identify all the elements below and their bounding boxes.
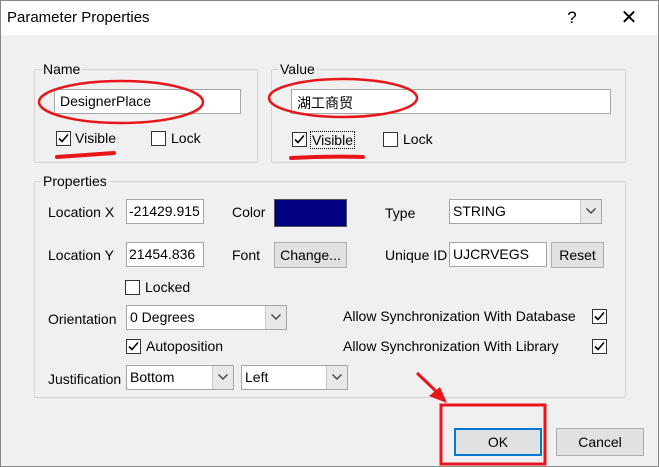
location-y-input[interactable]: 21454.836 xyxy=(126,242,204,267)
unique-id-label: Unique ID xyxy=(385,247,448,263)
chevron-down-icon[interactable] xyxy=(580,200,601,223)
sync-database-label: Allow Synchronization With Database xyxy=(343,308,576,324)
orientation-select-value: 0 Degrees xyxy=(130,309,195,325)
name-visible-checkbox[interactable] xyxy=(56,131,71,146)
value-lock-checkbox[interactable] xyxy=(383,132,398,147)
checkmark-icon xyxy=(128,341,139,351)
autoposition-label: Autoposition xyxy=(146,338,224,354)
sync-database-checkbox[interactable] xyxy=(592,309,607,324)
close-icon[interactable]: ✕ xyxy=(618,7,640,29)
orientation-label: Orientation xyxy=(48,311,117,327)
autoposition-checkbox[interactable] xyxy=(126,339,141,354)
value-lock-label: Lock xyxy=(403,131,433,147)
location-x-label: Location X xyxy=(48,204,115,220)
location-x-input[interactable]: -21429.915 xyxy=(126,199,204,224)
justification-horizontal-select[interactable]: Left xyxy=(241,365,348,390)
chevron-down-icon[interactable] xyxy=(212,366,233,389)
checkmark-icon xyxy=(594,311,605,321)
type-label: Type xyxy=(385,205,416,221)
reset-button[interactable]: Reset xyxy=(551,242,604,268)
color-label: Color xyxy=(232,204,266,220)
value-input[interactable]: 湖工商贸 xyxy=(291,89,611,114)
properties-group-label: Properties xyxy=(41,173,109,189)
name-group: Name xyxy=(34,61,258,163)
chevron-down-icon[interactable] xyxy=(265,306,286,329)
type-select-value: STRING xyxy=(453,203,506,219)
type-select[interactable]: STRING xyxy=(449,199,602,224)
title-bar: Parameter Properties ? ✕ xyxy=(1,1,658,35)
unique-id-input[interactable]: UJCRVEGS xyxy=(449,242,547,267)
justification-vertical-value: Bottom xyxy=(130,369,175,385)
checkmark-icon xyxy=(294,134,305,144)
name-input[interactable]: DesignerPlace xyxy=(54,89,241,114)
ok-button[interactable]: OK xyxy=(454,428,542,456)
window-title: Parameter Properties xyxy=(7,9,150,26)
locked-checkbox[interactable] xyxy=(125,280,140,295)
checkmark-icon xyxy=(58,133,69,143)
chevron-down-icon[interactable] xyxy=(326,366,347,389)
justification-vertical-select[interactable]: Bottom xyxy=(126,365,234,390)
name-lock-label: Lock xyxy=(171,130,201,146)
change-font-button[interactable]: Change... xyxy=(274,242,347,268)
name-visible-label: Visible xyxy=(75,130,116,146)
checkmark-icon xyxy=(594,341,605,351)
sync-library-label: Allow Synchronization With Library xyxy=(343,338,559,354)
name-group-label: Name xyxy=(41,61,83,77)
justification-label: Justification xyxy=(48,371,122,387)
help-icon[interactable]: ? xyxy=(561,7,583,29)
font-label: Font xyxy=(232,247,261,263)
locked-label: Locked xyxy=(145,279,191,295)
cancel-button[interactable]: Cancel xyxy=(556,428,644,456)
location-y-label: Location Y xyxy=(48,247,114,263)
justification-horizontal-value: Left xyxy=(245,369,269,385)
orientation-select[interactable]: 0 Degrees xyxy=(126,305,287,330)
value-group-label: Value xyxy=(278,61,317,77)
name-lock-checkbox[interactable] xyxy=(151,131,166,146)
value-visible-label: Visible xyxy=(310,131,355,149)
value-visible-checkbox[interactable] xyxy=(292,132,307,147)
sync-library-checkbox[interactable] xyxy=(592,339,607,354)
color-swatch[interactable] xyxy=(274,199,347,227)
parameter-properties-dialog: Parameter Properties ? ✕ Name DesignerPl… xyxy=(0,0,659,467)
